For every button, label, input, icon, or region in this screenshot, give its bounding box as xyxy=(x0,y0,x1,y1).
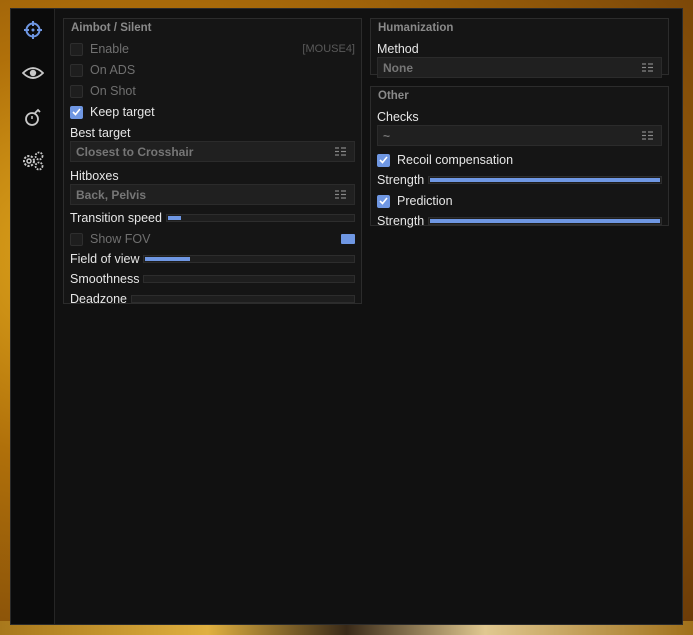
panel-title: Humanization xyxy=(378,22,454,34)
deadzone-label: Deadzone xyxy=(70,292,127,306)
best-target-value: Closest to Crosshair xyxy=(76,144,194,159)
sidebar-item-visuals[interactable] xyxy=(17,60,48,90)
field-of-view-slider[interactable] xyxy=(143,255,355,263)
smoothness-label: Smoothness xyxy=(70,272,140,286)
hitboxes-value: Back, Pelvis xyxy=(76,187,147,202)
other-panel: Other Checks ~ Recoil compensation Stren… xyxy=(370,86,669,228)
deadzone-slider[interactable] xyxy=(131,295,355,303)
hitboxes-select[interactable]: Back, Pelvis xyxy=(70,184,355,205)
prediction-strength-label: Strength xyxy=(377,214,425,228)
keep-target-toggle[interactable]: Keep target xyxy=(70,103,355,121)
recoil-compensation-checkbox[interactable] xyxy=(377,153,390,167)
on-ads-toggle[interactable]: On ADS xyxy=(70,61,355,79)
show-fov-checkbox[interactable] xyxy=(70,232,83,246)
crosshair-icon xyxy=(23,20,43,45)
field-of-view-slider-row: Field of view xyxy=(70,252,355,266)
smoothness-slider[interactable] xyxy=(143,275,355,283)
aimbot-panel: Aimbot / Silent Enable [MOUSE4] On ADS O… xyxy=(63,18,362,306)
sidebar-item-aimbot[interactable] xyxy=(17,17,48,47)
cheat-menu-window: Aimbot / Silent Enable [MOUSE4] On ADS O… xyxy=(10,8,683,625)
grenade-icon xyxy=(23,107,43,132)
sidebar xyxy=(11,9,55,624)
best-target-select[interactable]: Closest to Crosshair xyxy=(70,141,355,162)
slider-fill xyxy=(430,219,660,223)
on-ads-checkbox[interactable] xyxy=(70,63,83,77)
sidebar-item-misc[interactable] xyxy=(17,104,48,134)
panel-title: Aimbot / Silent xyxy=(71,22,152,34)
keep-target-checkbox[interactable] xyxy=(70,105,83,119)
show-fov-toggle[interactable]: Show FOV xyxy=(70,230,355,248)
on-ads-label: On ADS xyxy=(90,63,136,77)
sidebar-item-settings[interactable] xyxy=(17,148,48,178)
transition-speed-slider-row: Transition speed xyxy=(70,211,355,225)
dropdown-icon xyxy=(642,59,653,77)
prediction-strength-slider[interactable] xyxy=(428,217,662,225)
slider-fill xyxy=(430,178,660,182)
transition-speed-slider[interactable] xyxy=(165,214,355,222)
prediction-checkbox[interactable] xyxy=(377,194,390,208)
checks-select[interactable]: ~ xyxy=(377,125,662,146)
on-shot-checkbox[interactable] xyxy=(70,84,83,98)
method-select[interactable]: None xyxy=(377,57,662,78)
recoil-strength-slider[interactable] xyxy=(428,176,662,184)
panel-title: Other xyxy=(378,90,409,102)
deadzone-slider-row: Deadzone xyxy=(70,292,355,306)
checks-value: ~ xyxy=(383,128,391,143)
enable-keybind[interactable]: [MOUSE4] xyxy=(302,43,355,55)
enable-checkbox[interactable] xyxy=(70,42,83,56)
method-value: None xyxy=(383,60,413,75)
field-of-view-label: Field of view xyxy=(70,252,140,266)
keep-target-label: Keep target xyxy=(90,105,155,119)
hitboxes-label: Hitboxes xyxy=(70,169,119,183)
recoil-strength-label: Strength xyxy=(377,173,425,187)
best-target-label: Best target xyxy=(70,126,131,140)
prediction-strength-slider-row: Strength xyxy=(377,214,662,228)
checks-label: Checks xyxy=(377,110,419,124)
method-label: Method xyxy=(377,42,419,56)
recoil-compensation-label: Recoil compensation xyxy=(397,153,514,167)
slider-fill xyxy=(145,257,190,261)
show-fov-label: Show FOV xyxy=(90,232,151,246)
smoothness-slider-row: Smoothness xyxy=(70,272,355,286)
dropdown-icon xyxy=(335,143,346,161)
dropdown-icon xyxy=(335,186,346,204)
prediction-toggle[interactable]: Prediction xyxy=(377,192,662,210)
enable-toggle[interactable]: Enable [MOUSE4] xyxy=(70,40,355,58)
slider-fill xyxy=(167,216,181,220)
recoil-strength-slider-row: Strength xyxy=(377,173,662,187)
humanization-panel: Humanization Method None xyxy=(370,18,669,78)
enable-label: Enable xyxy=(90,42,129,56)
recoil-compensation-toggle[interactable]: Recoil compensation xyxy=(377,151,662,169)
fov-color-picker[interactable] xyxy=(341,234,355,244)
on-shot-toggle[interactable]: On Shot xyxy=(70,82,355,100)
transition-speed-label: Transition speed xyxy=(70,211,162,225)
on-shot-label: On Shot xyxy=(90,84,136,98)
dropdown-icon xyxy=(642,127,653,145)
eye-icon xyxy=(21,66,44,85)
prediction-label: Prediction xyxy=(397,194,453,208)
gears-icon xyxy=(21,150,45,177)
